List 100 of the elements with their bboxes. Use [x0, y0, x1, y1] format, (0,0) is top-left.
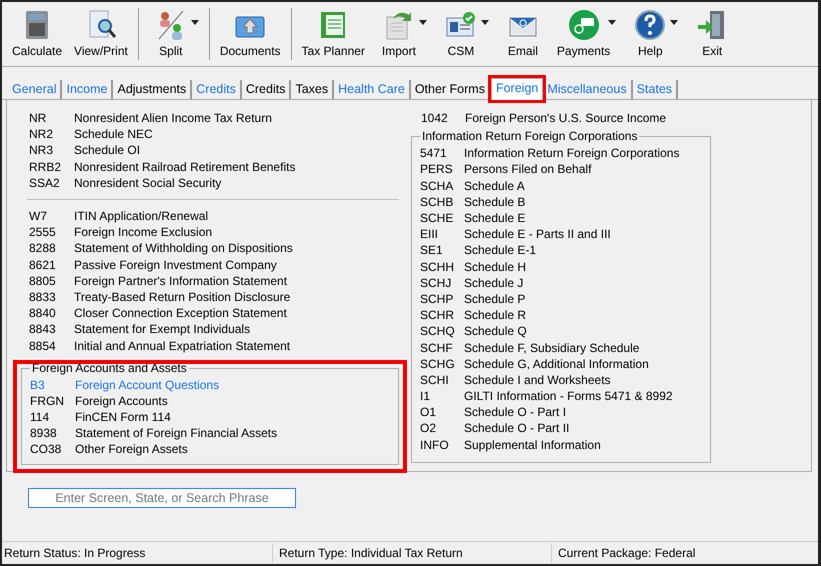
form-name[interactable]: Schedule H [464, 260, 526, 274]
form-code[interactable]: SCHI [420, 372, 464, 387]
form-code[interactable]: CO38 [30, 442, 75, 456]
tab[interactable]: Foreign [490, 78, 544, 100]
form-code[interactable]: 8833 [29, 290, 74, 304]
form-name[interactable]: Nonresident Social Security [74, 176, 222, 190]
form-name[interactable]: Closer Connection Exception Statement [74, 306, 287, 320]
form-name[interactable]: Schedule E - Parts II and III [464, 227, 611, 242]
form-name[interactable]: Foreign Accounts [75, 394, 168, 408]
form-code[interactable]: INFO [420, 438, 464, 452]
toolbar-button[interactable]: View/Print [68, 4, 134, 64]
form-code[interactable]: W7 [29, 209, 74, 224]
form-name[interactable]: Foreign Income Exclusion [74, 225, 212, 240]
form-name[interactable]: Nonresident Railroad Retirement Benefits [74, 160, 296, 174]
form-name[interactable]: Schedule P [464, 292, 526, 306]
toolbar-button[interactable]: Payments [550, 4, 616, 64]
form-code[interactable]: SCHE [420, 211, 464, 226]
form-code[interactable]: RRB2 [29, 160, 74, 174]
form-name[interactable]: Schedule A [464, 178, 525, 193]
form-name[interactable]: Information Return Foreign Corporations [464, 146, 680, 160]
form-code[interactable]: SCHH [420, 260, 464, 274]
form-code[interactable]: SSA2 [29, 176, 74, 190]
form-code[interactable]: SCHJ [420, 276, 464, 290]
form-code[interactable]: SCHR [420, 308, 464, 322]
form-code[interactable]: SCHP [420, 292, 464, 306]
form-name[interactable]: Treaty-Based Return Position Disclosure [74, 290, 290, 304]
toolbar-button[interactable]: Help [622, 4, 678, 64]
form-name[interactable]: Supplemental Information [464, 438, 601, 452]
form-name[interactable]: Schedule NEC [74, 127, 153, 142]
search-field[interactable]: Enter Screen, State, or Search Phrase [28, 488, 296, 508]
form-name[interactable]: Schedule F, Subsidiary Schedule [464, 340, 640, 355]
form-code[interactable]: 8840 [29, 306, 74, 320]
form-code[interactable]: NR2 [29, 127, 74, 142]
form-code[interactable]: SCHB [420, 194, 464, 209]
card-payment-icon [568, 8, 600, 40]
form-name[interactable]: Passive Foreign Investment Company [74, 258, 277, 272]
toolbar-button[interactable]: Email [494, 4, 551, 64]
form-code[interactable]: B3 [30, 378, 75, 392]
form-code[interactable]: 2555 [29, 225, 74, 240]
status-text: Return Type: Individual Tax Return [273, 543, 552, 563]
form-name[interactable]: FinCEN Form 114 [75, 410, 171, 424]
form-name[interactable]: Schedule G, Additional Information [464, 356, 649, 371]
form-name[interactable]: Foreign Partner's Information Statement [74, 274, 288, 288]
form-name[interactable]: Foreign Person's U.S. Source Income [465, 111, 666, 126]
caret-icon[interactable] [190, 20, 199, 24]
toolbar-button[interactable]: Import [370, 4, 427, 64]
toolbar-button[interactable]: Tax Planner [296, 4, 371, 64]
form-name[interactable]: Schedule J [464, 276, 524, 290]
caret-icon[interactable] [480, 20, 489, 24]
form-name[interactable]: Persons Filed on Behalf [464, 162, 592, 176]
form-name[interactable]: Other Foreign Assets [75, 442, 188, 456]
form-code[interactable]: 8938 [30, 426, 75, 440]
form-code[interactable]: SCHG [420, 356, 464, 371]
caret-icon[interactable] [418, 20, 427, 24]
form-name[interactable]: Schedule B [464, 194, 526, 209]
toolbar-button[interactable]: Exit [684, 4, 740, 64]
form-code[interactable]: FRGN [30, 394, 75, 408]
form-code[interactable]: NR [29, 111, 74, 126]
form-code[interactable]: SCHA [420, 178, 464, 193]
caret-icon[interactable] [670, 20, 678, 24]
form-code[interactable]: SE1 [420, 243, 464, 258]
form-code[interactable]: 8854 [29, 338, 74, 353]
form-name[interactable]: Schedule Q [464, 324, 527, 338]
form-name[interactable]: Schedule O - Part I [464, 405, 566, 420]
form-code[interactable]: 8843 [29, 322, 74, 336]
form-code[interactable]: SCHF [420, 340, 464, 355]
toolbar-button[interactable]: Documents [214, 4, 287, 64]
form-code[interactable]: SCHQ [420, 324, 464, 338]
form-name[interactable]: Initial and Annual Expatriation Statement [74, 338, 290, 353]
form-code[interactable]: 5471 [420, 146, 464, 160]
form-name[interactable]: Statement of Withholding on Dispositions [74, 241, 293, 256]
form-name[interactable]: Schedule O - Part II [464, 421, 570, 436]
group-title: Information Return Foreign Corporations [420, 129, 640, 144]
toolbar-button[interactable]: Split [142, 4, 199, 64]
form-code[interactable]: 8288 [29, 241, 74, 256]
form-name[interactable]: Schedule R [464, 308, 526, 322]
form-code[interactable]: PERS [420, 162, 464, 176]
help-icon [634, 8, 666, 40]
form-code[interactable]: O2 [420, 421, 464, 436]
form-name[interactable]: Foreign Account Questions [75, 378, 220, 392]
form-code[interactable]: EIII [420, 227, 464, 242]
form-code[interactable]: 114 [30, 410, 75, 424]
form-name[interactable]: Schedule E [464, 211, 526, 226]
form-code[interactable]: O1 [420, 405, 464, 420]
form-name[interactable]: Statement for Exempt Individuals [74, 322, 250, 336]
form-name[interactable]: GILTI Information - Forms 5471 & 8992 [464, 389, 673, 404]
form-code[interactable]: 1042 [421, 111, 465, 126]
toolbar-button[interactable]: Calculate [6, 4, 68, 64]
form-name[interactable]: Nonresident Alien Income Tax Return [74, 111, 272, 126]
form-code[interactable]: I1 [420, 389, 464, 404]
form-code[interactable]: NR3 [29, 143, 74, 158]
form-name[interactable]: Schedule E-1 [464, 243, 536, 258]
form-name[interactable]: Statement of Foreign Financial Assets [75, 426, 278, 440]
caret-icon[interactable] [608, 20, 616, 24]
form-code[interactable]: 8621 [29, 258, 74, 272]
form-code[interactable]: 8805 [29, 274, 74, 288]
toolbar-button[interactable]: CSM [432, 4, 489, 64]
form-name[interactable]: Schedule OI [74, 143, 140, 158]
form-name[interactable]: ITIN Application/Renewal [74, 209, 208, 224]
form-name[interactable]: Schedule I and Worksheets [464, 372, 611, 387]
